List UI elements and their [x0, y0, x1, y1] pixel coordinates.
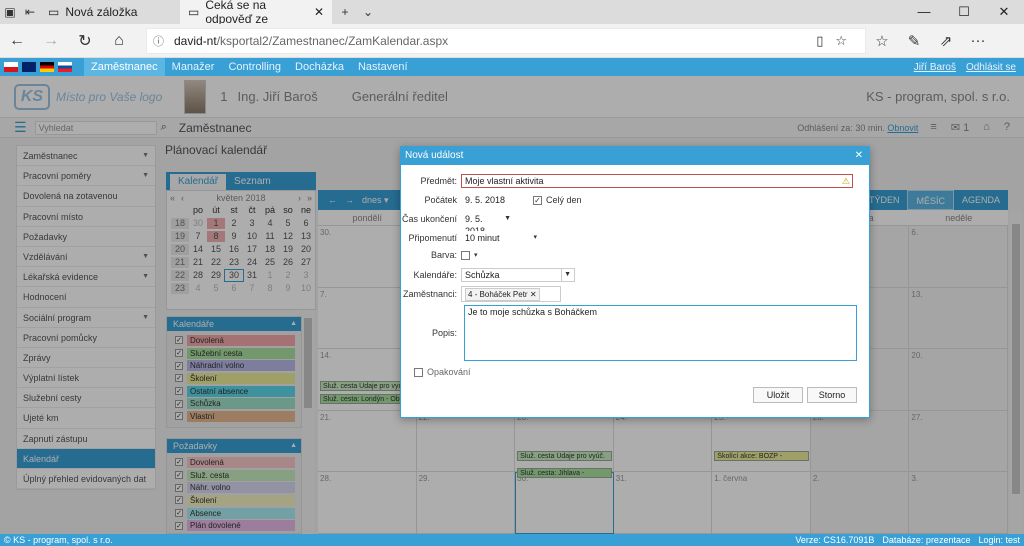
description-label: Popis:	[431, 328, 457, 338]
dropdown-arrow-icon: ▼	[504, 215, 511, 222]
save-button[interactable]: Uložit	[753, 387, 803, 403]
flag-de-icon[interactable]	[40, 62, 54, 72]
start-date-input[interactable]: 9. 5. 2018	[461, 193, 515, 207]
more-icon[interactable]: ···	[962, 32, 994, 49]
remove-tag-icon[interactable]: ✕	[530, 290, 537, 299]
dropdown-arrow-icon: ▼	[561, 269, 571, 281]
reminder-label: Připomenutí	[408, 233, 457, 243]
employees-input[interactable]: 4 - Boháček Petr ✕	[461, 286, 561, 302]
menu-dochazka[interactable]: Docházka	[288, 58, 351, 76]
logout-link[interactable]: Odhlásit se	[966, 62, 1016, 73]
browser-tab-active[interactable]: ▭ Čeká se na odpověď ze ✕	[180, 0, 332, 26]
color-dropdown-icon[interactable]: ▾	[474, 251, 478, 259]
calendar-row: Kalendáře: Schůzka ▼	[401, 268, 575, 282]
login: Login: test	[978, 535, 1020, 545]
reminder-value: 10 minut	[465, 233, 500, 243]
warning-icon: ⚠	[841, 176, 850, 186]
forward-icon[interactable]: →	[34, 32, 68, 50]
tab-page-icon: ▭	[188, 5, 200, 19]
address-bar: ← → ↻ ⌂ ⓘ david-nt/ksportal2/Zamestnanec…	[0, 24, 1024, 58]
employees-row: Zaměstnanci: 4 - Boháček Petr ✕	[401, 286, 561, 302]
employee-tag: 4 - Boháček Petr ✕	[465, 287, 540, 301]
reading-favorite-icons[interactable]: ▯☆	[816, 33, 859, 49]
tab-actions-icon[interactable]: ▣	[0, 0, 20, 24]
new-event-dialog: Nová událost ✕ Předmět: Moje vlastní akt…	[400, 146, 870, 418]
subject-value: Moje vlastní aktivita	[465, 176, 544, 186]
tab-title: Čeká se na odpověď ze	[205, 0, 269, 26]
subject-input[interactable]: Moje vlastní aktivita ⚠	[461, 174, 853, 188]
subject-label: Předmět:	[420, 176, 457, 186]
dialog-title: Nová událost	[405, 150, 464, 161]
reminder-select[interactable]: 10 minut ▾	[461, 231, 541, 245]
flag-sk-icon[interactable]	[58, 62, 72, 72]
allday-label: Celý den	[546, 195, 582, 205]
employee-tag-label: 4 - Boháček Petr	[468, 289, 528, 299]
end-label: Čas ukončení	[401, 214, 457, 224]
employees-label: Zaměstnanci:	[402, 289, 457, 299]
tab-close-icon[interactable]: ✕	[314, 5, 324, 19]
color-label: Barva:	[430, 250, 457, 260]
window-controls: — ☐ ✕	[904, 4, 1024, 20]
calendar-label: Kalendáře:	[413, 270, 457, 280]
database: Databáze: prezentace	[882, 535, 971, 545]
menu-user-links: Jiří Baroš Odhlásit se	[914, 62, 1024, 73]
tab-page-icon: ▭	[48, 5, 60, 19]
favorites-icon[interactable]: ☆	[866, 32, 898, 50]
share-icon[interactable]: ⇗	[930, 32, 962, 50]
tab-title: Nová záložka	[65, 5, 138, 19]
repeat-checkbox[interactable]	[414, 367, 423, 377]
repeat-row: Opakování	[414, 367, 471, 377]
dialog-header: Nová událost ✕	[401, 147, 869, 165]
start-label: Počátek	[424, 195, 457, 205]
cancel-button[interactable]: Storno	[807, 387, 857, 403]
url-path: /ksportal2/Zamestnanec/ZamKalendar.aspx	[216, 33, 449, 48]
color-row: Barva: ▾	[401, 250, 478, 260]
maximize-icon[interactable]: ☐	[944, 4, 984, 20]
browser-tab-new[interactable]: ▭ Nová záložka	[40, 0, 180, 24]
back-icon[interactable]: ←	[0, 32, 34, 50]
end-row: Čas ukončení 9. 5. 2018 ▼	[401, 212, 515, 236]
pen-icon[interactable]: ✎	[898, 32, 930, 50]
menu-controlling[interactable]: Controlling	[221, 58, 288, 76]
url-host: david-nt	[174, 33, 217, 48]
home-icon[interactable]: ⌂	[102, 32, 136, 50]
user-link[interactable]: Jiří Baroš	[914, 62, 956, 73]
dropdown-arrow-icon: ▾	[533, 234, 537, 241]
menu-manazer[interactable]: Manažer	[165, 58, 222, 76]
calendar-value: Schůzka	[465, 270, 500, 280]
description-row: Popis:	[401, 328, 461, 338]
menu-zamestnanec[interactable]: Zaměstnanec	[84, 58, 165, 76]
tab-list-chevron-icon[interactable]: ⌄	[358, 0, 378, 24]
start-row: Počátek 9. 5. 2018 ✓ Celý den	[401, 193, 582, 207]
allday-checkbox[interactable]: ✓	[533, 195, 542, 205]
status-bar: © KS - program, spol. s r.o. Verze: CS16…	[0, 534, 1024, 546]
dialog-close-icon[interactable]: ✕	[855, 147, 863, 165]
repeat-label: Opakování	[427, 367, 471, 377]
status-right: Verze: CS16.7091B Databáze: prezentace L…	[795, 534, 1020, 546]
copyright: © KS - program, spol. s r.o.	[4, 535, 113, 545]
subject-row: Předmět: Moje vlastní aktivita ⚠	[401, 174, 853, 188]
app-menu-bar: Zaměstnanec Manažer Controlling Docházka…	[0, 58, 1024, 76]
version: Verze: CS16.7091B	[795, 535, 875, 545]
menu-nastaveni[interactable]: Nastavení	[351, 58, 415, 76]
flag-uk-icon[interactable]	[22, 62, 36, 72]
minimize-icon[interactable]: —	[904, 4, 944, 20]
end-date-input[interactable]: 9. 5. 2018 ▼	[461, 212, 515, 236]
description-textarea[interactable]: Je to moje schůzka s Boháčkem	[464, 305, 857, 361]
flag-cz-icon[interactable]	[4, 62, 18, 72]
browser-tab-bar: ▣ ⇤ ▭ Nová záložka ▭ Čeká se na odpověď …	[0, 0, 1024, 26]
calendar-select[interactable]: Schůzka ▼	[461, 268, 575, 282]
new-tab-icon[interactable]: +	[332, 0, 358, 24]
refresh-icon[interactable]: ↻	[68, 31, 102, 51]
end-date-value: 9. 5. 2018	[465, 214, 485, 236]
tab-back-icon[interactable]: ⇤	[20, 0, 40, 24]
site-info-icon[interactable]: ⓘ	[153, 33, 164, 49]
url-field[interactable]: ⓘ david-nt/ksportal2/Zamestnanec/ZamKale…	[146, 27, 866, 54]
color-picker[interactable]	[461, 250, 470, 260]
reminder-row: Připomenutí 10 minut ▾	[401, 231, 541, 245]
window-close-icon[interactable]: ✕	[984, 4, 1024, 20]
